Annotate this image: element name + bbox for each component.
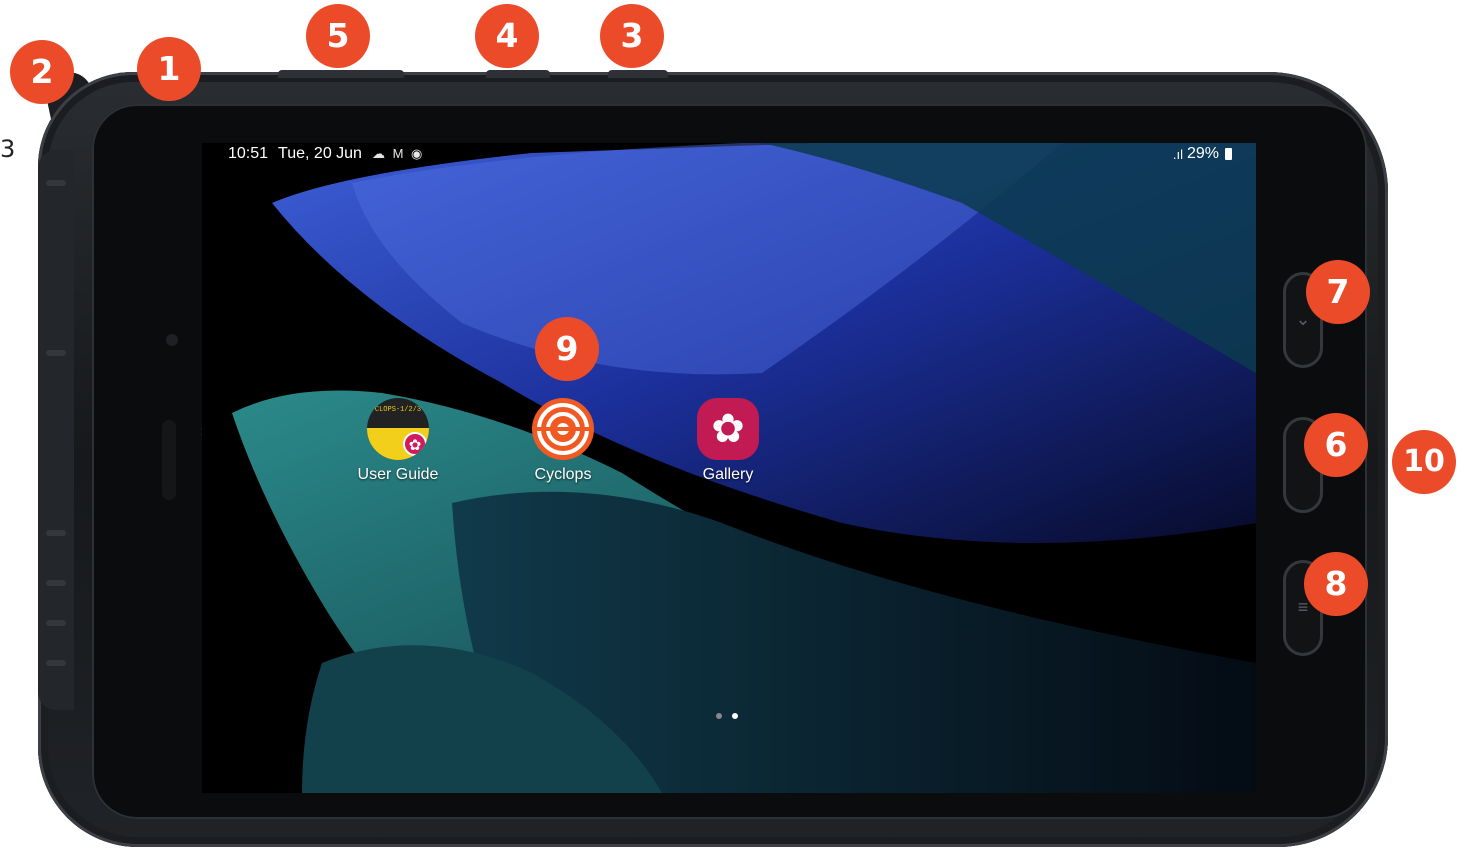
callout-5: 5 [306, 4, 370, 68]
flower-icon: ✿ [697, 398, 759, 460]
app-cyclops[interactable]: Cyclops [508, 398, 618, 484]
cropped-callout-fragment: 3 [0, 135, 16, 163]
side-grip [38, 150, 74, 710]
app-label: User Guide [357, 466, 439, 483]
callout-9: 9 [535, 317, 599, 381]
page-dot-active[interactable] [732, 713, 738, 719]
signal-icon: .ıl [1172, 146, 1183, 162]
app-gallery[interactable]: ✿ Gallery [673, 398, 783, 484]
app-user-guide[interactable]: CLOPS-1/2/3 ✿ User Guide [343, 398, 453, 484]
home-screen: 10:51 Tue, 20 Jun ☁ M ◉ .ıl 29% CLOPS-1/… [202, 143, 1256, 793]
clock: 10:51 [228, 145, 269, 162]
notification-icons: ☁ M ◉ [371, 146, 425, 161]
battery-icon [1225, 148, 1232, 160]
date: Tue, 20 Jun [278, 145, 362, 162]
page-indicator[interactable] [716, 713, 738, 719]
gallery-badge-icon: ✿ [403, 432, 427, 456]
app-label: Cyclops [534, 466, 592, 483]
speaker-grille [162, 420, 176, 500]
status-bar: 10:51 Tue, 20 Jun ☁ M ◉ .ıl 29% [228, 145, 1232, 167]
callout-4: 4 [475, 4, 539, 68]
top-key-3[interactable] [608, 70, 668, 78]
battery-level: 29% [1186, 145, 1219, 162]
callout-2: 2 [10, 40, 74, 104]
top-key-5[interactable] [278, 70, 404, 78]
callout-8: 8 [1304, 552, 1368, 616]
front-camera [166, 334, 178, 346]
callout-3: 3 [600, 4, 664, 68]
page-dot[interactable] [716, 713, 722, 719]
callout-6: 6 [1304, 413, 1368, 477]
callout-7: 7 [1306, 260, 1370, 324]
callout-1: 1 [137, 37, 201, 101]
top-key-4[interactable] [486, 70, 550, 78]
app-label: Gallery [702, 466, 754, 483]
cyclops-target-icon [532, 398, 594, 460]
callout-10: 10 [1392, 430, 1456, 494]
guide-cover-text: CLOPS-1/2/3 [374, 406, 422, 414]
book-guide-icon: CLOPS-1/2/3 ✿ [367, 398, 429, 460]
